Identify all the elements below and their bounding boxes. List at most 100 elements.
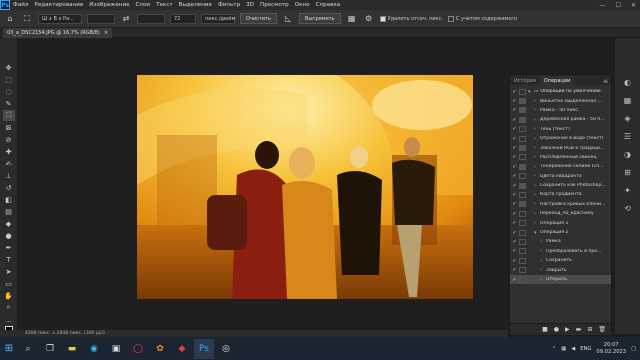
tab-actions[interactable]: Операции bbox=[539, 76, 575, 85]
opera-browser-icon[interactable]: ◯ bbox=[128, 339, 148, 359]
marquee-tool-icon[interactable]: ⬚ bbox=[3, 74, 15, 85]
dialog-toggle[interactable] bbox=[519, 201, 526, 208]
quick-select-tool-icon[interactable]: ✎ bbox=[3, 98, 15, 109]
clock[interactable]: 20:07 09.02.2023 bbox=[596, 342, 626, 356]
dialog-toggle[interactable] bbox=[519, 257, 526, 264]
eraser-tool-icon[interactable]: ◧ bbox=[3, 194, 15, 205]
panel-menu-icon[interactable]: ≡ bbox=[603, 78, 611, 85]
channels-panel-icon[interactable]: ⊞ bbox=[622, 166, 634, 178]
document-tab-close-icon[interactable]: × bbox=[104, 30, 108, 36]
action-row[interactable]: ✓ › Цвета квадранта bbox=[510, 172, 611, 181]
action-row[interactable]: ✓ › Закрыть bbox=[510, 265, 611, 274]
type-tool-icon[interactable]: T bbox=[3, 254, 15, 265]
action-row[interactable]: ✓ › Заказной RGB в градаци... bbox=[510, 143, 611, 152]
crop-ratio-select[interactable]: Ш x В x Ра... bbox=[38, 13, 82, 24]
menu-select[interactable]: Выделение bbox=[176, 2, 215, 8]
tray-arrow-icon[interactable]: ⌃ bbox=[552, 346, 556, 352]
home-icon[interactable]: ⌂ bbox=[4, 13, 16, 25]
history-brush-tool-icon[interactable]: ↺ bbox=[3, 182, 15, 193]
action-toggle-check[interactable]: ✓ bbox=[510, 154, 519, 160]
close-button[interactable]: ✕ bbox=[631, 2, 636, 9]
properties-panel-icon[interactable]: ☰ bbox=[622, 130, 634, 142]
photoshop-logo[interactable]: Ps bbox=[0, 0, 10, 10]
action-toggle-check[interactable]: ✓ bbox=[510, 145, 519, 151]
file-explorer-icon[interactable]: ▬ bbox=[62, 339, 82, 359]
menu-window[interactable]: Окно bbox=[292, 2, 313, 8]
action-row[interactable]: ✓ › Преобразовать в про... bbox=[510, 247, 611, 256]
resolution-input[interactable]: 72 bbox=[170, 13, 196, 24]
swatches-panel-icon[interactable]: ▦ bbox=[622, 94, 634, 106]
task-view-icon[interactable]: ❐ bbox=[40, 339, 60, 359]
chrome-browser-icon[interactable]: ◎ bbox=[216, 339, 236, 359]
volume-icon[interactable]: ◀ bbox=[571, 346, 575, 352]
menu-filter[interactable]: Фильтр bbox=[215, 2, 243, 8]
dialog-toggle[interactable] bbox=[519, 154, 526, 161]
action-row[interactable]: ✓ › Рамка bbox=[510, 237, 611, 246]
eyedropper-tool-icon[interactable]: ⊘ bbox=[3, 134, 15, 145]
action-row[interactable]: ✓ › Операция 1 bbox=[510, 218, 611, 227]
dialog-toggle[interactable] bbox=[519, 267, 526, 274]
dialog-toggle[interactable] bbox=[519, 210, 526, 217]
dodge-tool-icon[interactable]: ● bbox=[3, 230, 15, 241]
action-toggle-check[interactable]: ✓ bbox=[510, 277, 519, 283]
blur-tool-icon[interactable]: ◆ bbox=[3, 218, 15, 229]
resolution-units-select[interactable]: пикс./дюйм bbox=[201, 13, 235, 24]
history-panel-icon[interactable]: ⟲ bbox=[622, 202, 634, 214]
dialog-toggle[interactable] bbox=[519, 229, 526, 236]
menu-edit[interactable]: Редактирование bbox=[31, 2, 86, 8]
clear-button[interactable]: Очистить bbox=[240, 13, 277, 24]
store-icon[interactable]: ▣ bbox=[106, 339, 126, 359]
record-icon[interactable]: ● bbox=[554, 326, 559, 333]
dialog-toggle[interactable] bbox=[519, 276, 526, 283]
dialog-toggle[interactable] bbox=[519, 182, 526, 189]
dialog-toggle[interactable] bbox=[519, 220, 526, 227]
tab-history[interactable]: История bbox=[510, 76, 540, 85]
app-icon-red[interactable]: ◆ bbox=[172, 339, 192, 359]
hand-tool-icon[interactable]: ✋ bbox=[3, 290, 15, 301]
dialog-toggle[interactable] bbox=[519, 135, 526, 142]
crop-tool-icon[interactable]: ⛶ bbox=[2, 110, 15, 121]
language-indicator[interactable]: ENG bbox=[580, 346, 591, 352]
lasso-tool-icon[interactable]: ◌ bbox=[3, 86, 15, 97]
gradient-tool-icon[interactable]: ▤ bbox=[3, 206, 15, 217]
dialog-toggle[interactable] bbox=[519, 88, 526, 95]
menu-3d[interactable]: 3D bbox=[243, 2, 257, 8]
action-row[interactable]: ✓ › Настройка кривых клони... bbox=[510, 200, 611, 209]
action-toggle-check[interactable]: ✓ bbox=[510, 126, 519, 132]
action-set-row[interactable]: ✓ ▾ ▭ Операции по умолчанию bbox=[510, 87, 611, 96]
action-row[interactable]: ✓ › Отражение в воде (текст) bbox=[510, 134, 611, 143]
straighten-icon[interactable]: ◺ bbox=[282, 13, 294, 25]
dialog-toggle[interactable] bbox=[519, 173, 526, 180]
action-toggle-check[interactable]: ✓ bbox=[510, 258, 519, 264]
crop-tool-icon[interactable]: ⛶ bbox=[21, 13, 33, 25]
layers-panel-icon[interactable]: ◈ bbox=[622, 112, 634, 124]
dialog-toggle[interactable] bbox=[519, 238, 526, 245]
pen-tool-icon[interactable]: ✒ bbox=[3, 242, 15, 253]
zoom-tool-icon[interactable]: ⌕ bbox=[3, 302, 15, 313]
action-toggle-check[interactable]: ✓ bbox=[510, 164, 519, 170]
menu-help[interactable]: Справка bbox=[313, 2, 344, 8]
action-row[interactable]: ✓ › переход_по_красному bbox=[510, 209, 611, 218]
action-row[interactable]: ✓ ▾ Операция 2 bbox=[510, 228, 611, 237]
clone-stamp-tool-icon[interactable]: ⊥ bbox=[3, 170, 15, 181]
dialog-toggle[interactable] bbox=[519, 163, 526, 170]
action-toggle-check[interactable]: ✓ bbox=[510, 183, 519, 189]
dialog-toggle[interactable] bbox=[519, 107, 526, 114]
search-icon[interactable]: ⌕ bbox=[18, 339, 38, 359]
rectangle-tool-icon[interactable]: ▭ bbox=[3, 278, 15, 289]
dialog-toggle[interactable] bbox=[519, 145, 526, 152]
maximize-button[interactable]: ☐ bbox=[616, 2, 621, 9]
action-row[interactable]: ✓ › Расплавленный свинец bbox=[510, 153, 611, 162]
action-row[interactable]: ✓ › Рамка - 50 пикс. bbox=[510, 106, 611, 115]
color-panel-icon[interactable]: ◐ bbox=[622, 76, 634, 88]
play-icon[interactable]: ▶ bbox=[565, 326, 570, 333]
new-set-icon[interactable]: ▬ bbox=[576, 326, 582, 333]
dialog-toggle[interactable] bbox=[519, 116, 526, 123]
dialog-toggle[interactable] bbox=[519, 248, 526, 255]
delete-cropped-checkbox[interactable]: Удалить отсеч. пикс. bbox=[379, 15, 443, 22]
document-photo[interactable] bbox=[137, 75, 473, 299]
action-row[interactable]: ✓ › Деревянная рамка - 50 п... bbox=[510, 115, 611, 124]
move-tool-icon[interactable]: ✥ bbox=[3, 62, 15, 73]
stop-icon[interactable]: ■ bbox=[542, 326, 548, 333]
swap-dimensions-icon[interactable]: ⇄ bbox=[120, 13, 132, 25]
